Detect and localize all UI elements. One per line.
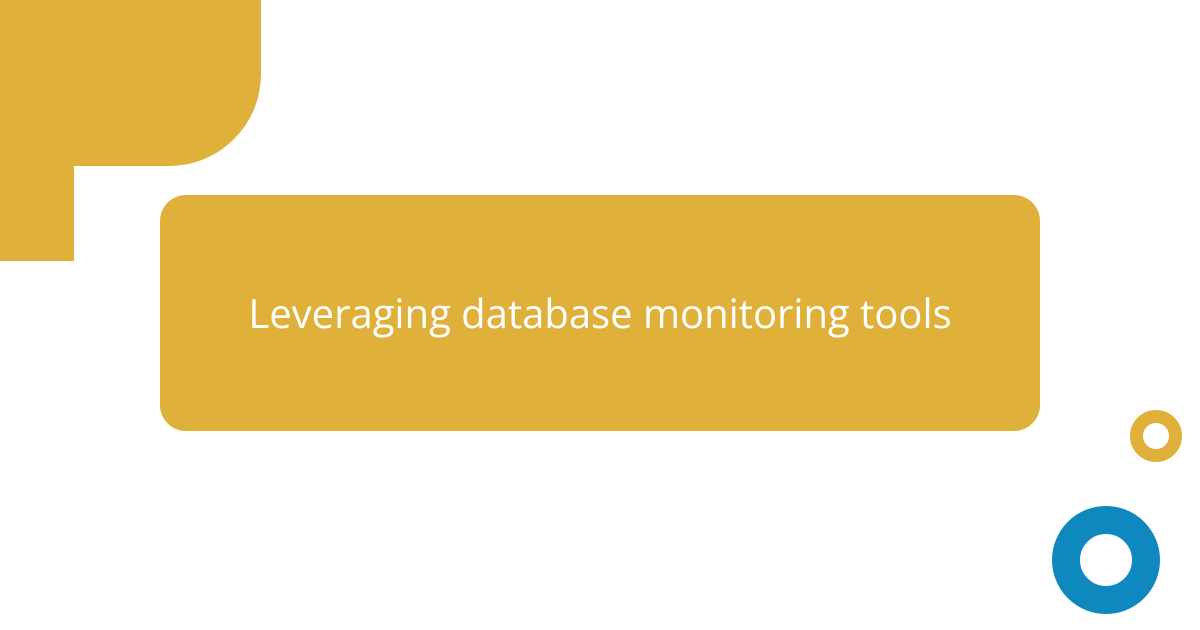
large-ring-icon: [1052, 506, 1160, 614]
title-text: Leveraging database monitoring tools: [248, 286, 951, 340]
small-ring-icon: [1130, 410, 1182, 462]
title-card: Leveraging database monitoring tools: [160, 195, 1040, 431]
